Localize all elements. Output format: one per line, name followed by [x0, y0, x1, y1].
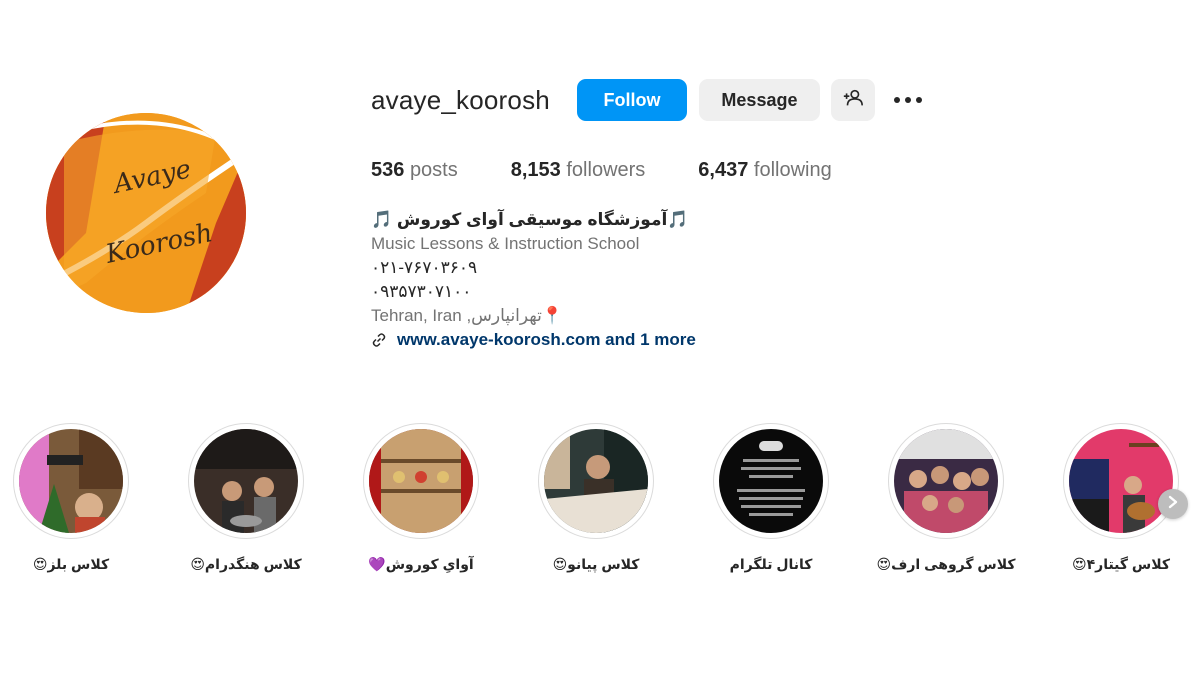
highlight-item[interactable]: کلاس هنگدرام😍 [171, 423, 321, 573]
highlight-ring [888, 423, 1004, 539]
chevron-right-icon [1167, 495, 1179, 514]
bio-phone-1: ۰۲۱-۷۶۷۰۳۶۰۹ [371, 258, 478, 277]
profile-avatar[interactable]: Avaye Koorosh [46, 113, 246, 313]
highlight-ring [713, 423, 829, 539]
highlight-label: کانال تلگرام [729, 556, 813, 572]
profile-header: avaye_koorosh Follow Message [371, 78, 925, 122]
link-icon [371, 332, 387, 348]
following-stat[interactable]: 6,437 following [698, 159, 831, 182]
followers-label: followers [566, 159, 646, 181]
add-user-icon [842, 87, 864, 114]
bio-name: 🎵آموزشگاه موسیقی آوای کوروش 🎵 [371, 210, 689, 229]
bio-phone-2: ۰۹۳۵۷۳۰۷۱۰۰ [371, 282, 472, 301]
highlight-label: آوایِ کوروش💜 [368, 556, 474, 572]
highlight-label: کلاس گروهی ارف😍 [876, 556, 1016, 572]
highlight-cover [194, 429, 298, 533]
highlight-label: کلاس بلز😍 [32, 556, 110, 572]
highlight-label: کلاس پیانو😍 [552, 556, 640, 572]
profile-bio: 🎵آموزشگاه موسیقی آوای کوروش 🎵 Music Less… [371, 208, 931, 352]
highlight-ring [538, 423, 654, 539]
highlight-ring [13, 423, 129, 539]
highlight-cover [719, 429, 823, 533]
followers-stat[interactable]: 8,153 followers [511, 159, 646, 182]
suggested-users-button[interactable] [830, 79, 875, 121]
posts-stat: 536 posts [371, 159, 458, 182]
highlight-cover [544, 429, 648, 533]
posts-label: posts [409, 159, 458, 181]
highlights-next-button[interactable] [1158, 489, 1188, 519]
profile-stats: 536 posts 8,153 followers 6,437 followin… [371, 159, 885, 182]
highlight-item[interactable]: کلاس گروهی ارف😍 [871, 423, 1021, 573]
bio-category: Music Lessons & Instruction School [371, 234, 640, 253]
bio-link-text[interactable]: www.avaye-koorosh.com and 1 more [397, 328, 696, 352]
highlight-ring [188, 423, 304, 539]
highlight-item[interactable]: آوایِ کوروش💜 [346, 423, 496, 573]
following-label: following [753, 159, 832, 181]
follow-button[interactable]: Follow [576, 79, 687, 121]
following-count: 6,437 [698, 159, 749, 181]
highlight-item[interactable]: کلاس بلز😍 [0, 423, 146, 573]
highlight-cover [894, 429, 998, 533]
highlight-ring [363, 423, 479, 539]
highlight-cover [369, 429, 473, 533]
more-options-button[interactable] [891, 79, 925, 121]
story-highlights: کلاس بلز😍 کلاس هنگدرام😍 آوایِ کوروش💜 کلا… [0, 423, 1200, 583]
highlight-cover [19, 429, 123, 533]
message-button[interactable]: Message [698, 79, 820, 121]
highlight-item[interactable]: کلاس پیانو😍 [521, 423, 671, 573]
posts-count: 536 [371, 159, 405, 181]
highlight-cover [1069, 429, 1173, 533]
highlight-label: کلاس هنگدرام😍 [190, 556, 302, 572]
avatar-logo: Avaye Koorosh [46, 113, 246, 313]
highlight-ring [1063, 423, 1179, 539]
highlight-item[interactable]: کانال تلگرام [696, 423, 846, 573]
followers-count: 8,153 [510, 159, 561, 181]
username: avaye_koorosh [371, 84, 550, 115]
more-options-icon [893, 91, 923, 109]
bio-location: Tehran, Iran ,تهرانپارس📍 [371, 306, 564, 325]
highlight-label: کلاس گیتار۴😍 [1071, 556, 1171, 572]
bio-link[interactable]: www.avaye-koorosh.com and 1 more [371, 328, 931, 352]
